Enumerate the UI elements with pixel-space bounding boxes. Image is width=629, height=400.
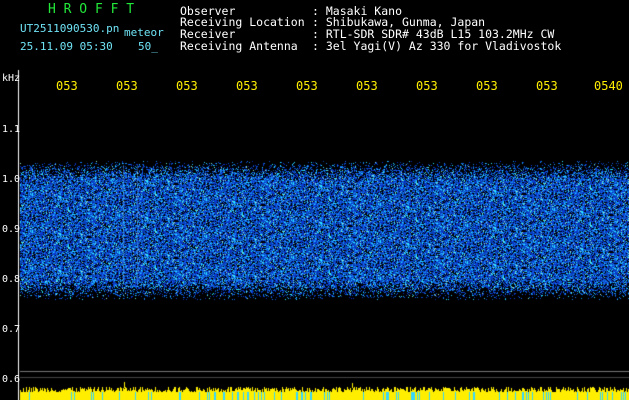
mode-label: meteor [124,26,164,39]
freq-tick-1-1: 1.1 [2,124,21,135]
brand-title: H R O F F T [48,2,135,17]
freq-tick-0-9: 0.9 [2,224,21,235]
time-tick: 053 [356,79,378,93]
time-tick: 053 [236,79,258,93]
time-tick: 053 [476,79,498,93]
freq-unit-label: kHz [2,73,21,84]
counter-label: 50_ [138,40,158,53]
time-tick: 053 [56,79,78,93]
time-tick: 053 [416,79,438,93]
antenna-label: Receiving Antenna [180,39,298,53]
freq-tick-0-7: 0.7 [2,324,21,335]
spectrogram-canvas [0,0,629,400]
antenna-value: : 3el Yagi(V) Az 330 for Vladivostok [312,39,562,53]
time-tick-0540: 0540 [594,79,623,93]
time-tick: 053 [296,79,318,93]
time-tick: 053 [536,79,558,93]
time-tick: 053 [116,79,138,93]
freq-tick-0-8: 0.8 [2,274,21,285]
freq-tick-0-6: 0.6 [2,374,21,385]
filename-label: UT2511090530.pn [20,22,120,35]
freq-tick-1-0: 1.0 [2,174,21,185]
datetime-label: 25.11.09 05:30 [20,40,113,53]
time-tick: 053 [176,79,198,93]
